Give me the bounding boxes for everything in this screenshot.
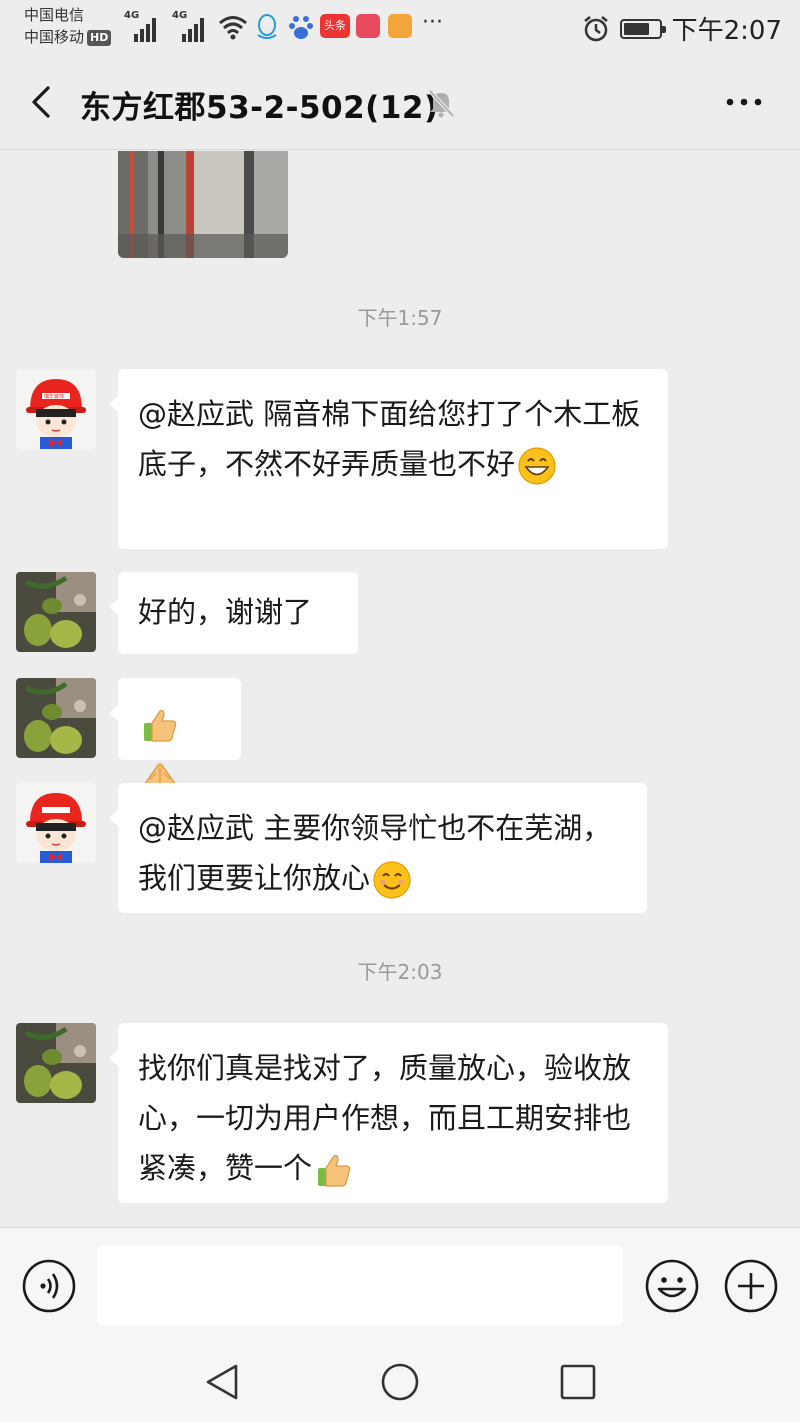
carrier-1: 中国电信 (24, 6, 85, 24)
back-arrow-icon[interactable] (24, 82, 60, 122)
timestamp: 下午2:03 (357, 960, 443, 984)
alarm-icon (583, 15, 608, 41)
image-message-thumbnail[interactable] (118, 151, 288, 258)
input-bar (0, 1227, 800, 1342)
wifi-icon (219, 16, 247, 40)
smile-emoji-icon (373, 861, 411, 899)
thumbs-up-emoji-icon (318, 1154, 351, 1187)
message-bubble[interactable] (109, 678, 241, 786)
emoji-icon[interactable] (644, 1258, 700, 1314)
message-bubble[interactable]: @赵应武 主要你领导忙也不在芜湖，我们更要让你放心 (109, 783, 647, 913)
nav-back-icon[interactable] (200, 1360, 244, 1404)
more-options-icon[interactable] (724, 92, 764, 112)
toutiao-icon: 头条 (320, 14, 350, 38)
mute-bell-icon (428, 89, 455, 118)
hd-badge: HD (87, 29, 112, 46)
network-label-1: 4G (124, 10, 140, 21)
message-text: @赵应武 隔音棉下面给您打了个木工板底子，不然不好弄质量也不好 (138, 397, 641, 481)
timestamp: 下午1:57 (357, 306, 443, 330)
avatar[interactable] (16, 783, 96, 863)
message-list[interactable]: 下午1:57 瑞华装饰 @赵应武 隔音棉下面给您打了个木工板底子，不然不好弄质量… (0, 151, 800, 1227)
nav-recent-apps-icon[interactable] (556, 1360, 600, 1404)
more-notifications-icon: ··· (422, 10, 443, 35)
avatar[interactable] (16, 678, 96, 758)
plus-icon[interactable] (723, 1258, 779, 1314)
chat-header: 东方红郡53-2-502(12) (0, 54, 800, 150)
carrier-2-label: 中国移动 (24, 28, 85, 46)
thumbs-up-emoji-icon (144, 709, 177, 742)
app-icon (388, 14, 412, 38)
message-bubble[interactable]: @赵应武 隔音棉下面给您打了个木工板底子，不然不好弄质量也不好 (109, 369, 668, 549)
message-bubble[interactable]: 好的，谢谢了 (109, 572, 358, 654)
avatar-badge-text: 瑞华装饰 (44, 394, 65, 400)
avatar[interactable] (16, 572, 96, 652)
avatar[interactable] (16, 1023, 96, 1103)
message-text: 找你们真是找对了，质量放心，验收放心，一切为用户作想，而且工期安排也紧凑，赞一个 (138, 1051, 632, 1185)
signal-2-icon: 4G (172, 10, 204, 42)
nav-home-icon[interactable] (378, 1360, 422, 1404)
message-bubble[interactable]: 找你们真是找对了，质量放心，验收放心，一切为用户作想，而且工期安排也紧凑，赞一个 (109, 1023, 668, 1203)
chat-title: 东方红郡53-2-502(12) (80, 90, 439, 126)
qq-icon (257, 14, 277, 39)
message-text: 好的，谢谢了 (138, 595, 313, 629)
system-nav-bar (0, 1342, 800, 1422)
signal-1-icon: 4G (124, 10, 156, 42)
avatar[interactable]: 瑞华装饰 (16, 369, 96, 449)
message-input[interactable] (97, 1245, 623, 1325)
reader-icon (356, 14, 380, 38)
status-bar: 中国电信 中国移动 HD 4G 4G 头条 ··· 下午2:07 (0, 0, 800, 54)
carrier-info: 中国电信 中国移动 HD (24, 4, 112, 48)
network-label-2: 4G (172, 10, 188, 21)
status-time: 下午2:07 (671, 16, 782, 46)
grin-emoji-icon (518, 447, 556, 485)
baidu-icon (289, 16, 313, 39)
carrier-2: 中国移动 HD (24, 26, 112, 48)
battery-icon (619, 18, 666, 39)
voice-input-icon[interactable] (21, 1258, 77, 1314)
